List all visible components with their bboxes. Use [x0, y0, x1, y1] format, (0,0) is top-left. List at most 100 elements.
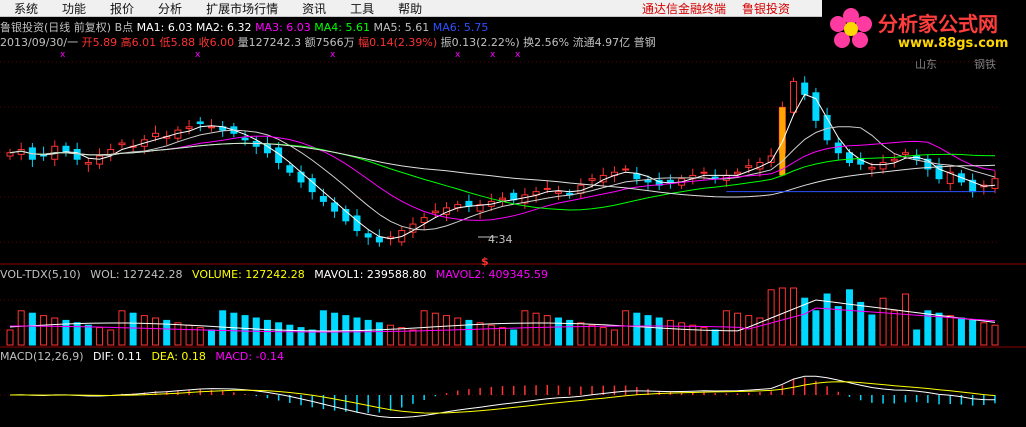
volume-bar — [96, 327, 104, 346]
volume-bar — [879, 297, 887, 346]
volume-bar — [935, 312, 943, 346]
candle-body — [499, 197, 506, 201]
volume-bar — [566, 319, 574, 346]
candle-body — [431, 210, 439, 214]
volume-bar — [655, 317, 663, 346]
candle-body — [734, 171, 742, 175]
volume-bar — [868, 314, 876, 346]
macd-indicator-name: MACD(12,26,9) — [0, 350, 84, 363]
volume-bar — [666, 319, 674, 346]
candle-body — [790, 80, 798, 113]
candle-body — [319, 196, 327, 202]
volume-panel-header: VOL-TDX(5,10) WOL: 127242.28 VOLUME: 127… — [0, 268, 554, 281]
vol-wol: WOL: 127242.28 — [90, 268, 183, 281]
volume-bar — [84, 324, 92, 346]
volume-bar — [957, 317, 965, 346]
candle-body — [991, 178, 999, 189]
volume-bar — [722, 310, 730, 346]
candle-body — [890, 158, 898, 162]
signal-x-mark: x — [195, 50, 201, 60]
volume-bar — [40, 315, 48, 346]
volume-bar — [185, 324, 193, 346]
volume-bar — [241, 315, 249, 346]
volume-bar — [476, 322, 484, 346]
candle-body — [152, 132, 160, 138]
candle-body — [666, 179, 674, 183]
volume-bar — [644, 315, 652, 346]
volume-bar — [610, 329, 618, 346]
volume-bar — [599, 327, 607, 346]
volume-bar — [487, 324, 495, 346]
volume-bar — [454, 317, 462, 346]
candle-body — [801, 82, 809, 95]
volume-bar — [331, 312, 339, 346]
ma-line-mid — [9, 126, 996, 231]
candle-body — [588, 178, 596, 181]
volume-bar — [275, 322, 283, 346]
signal-x-mark: x — [330, 50, 336, 60]
candle-body — [745, 165, 753, 168]
candle-body — [6, 152, 14, 157]
volume-bar — [689, 324, 697, 346]
volume-bar — [980, 322, 988, 346]
candle-body — [286, 165, 294, 173]
candle-body — [812, 92, 820, 121]
candle-body — [510, 192, 518, 201]
low-price-label: 4.34 — [488, 233, 513, 246]
candle-body — [241, 137, 249, 141]
signal-x-mark: x — [515, 50, 521, 60]
volume-bar — [129, 312, 137, 346]
candle-body — [644, 179, 652, 183]
candle-body — [901, 152, 909, 155]
signal-x-mark: x — [455, 50, 461, 60]
candle-body — [554, 191, 562, 194]
candle-body — [622, 168, 630, 171]
candle-body — [420, 217, 428, 223]
macd-dif: DIF: 0.11 — [93, 350, 142, 363]
vol-mavol1: MAVOL1: 239588.80 — [314, 268, 427, 281]
candle-body — [331, 202, 339, 212]
volume-bar — [633, 312, 641, 346]
volume-bar — [991, 324, 999, 346]
tag-steel: 钢铁 — [974, 58, 996, 71]
volume-bar — [554, 317, 562, 346]
candle-body — [353, 215, 361, 232]
candle-body — [364, 233, 372, 238]
volume-bar — [532, 312, 540, 346]
volume-bar — [510, 329, 518, 346]
vol-indicator-name: VOL-TDX(5,10) — [0, 268, 81, 281]
volume-bar — [588, 324, 596, 346]
vol-volume: VOLUME: 127242.28 — [192, 268, 305, 281]
volume-bar — [174, 322, 182, 346]
volume-bar — [17, 310, 25, 346]
candle-body — [96, 155, 104, 165]
candle-body — [207, 126, 215, 129]
volume-bar — [431, 312, 439, 346]
macd-panel-header: MACD(12,26,9) DIF: 0.11 DEA: 0.18 MACD: … — [0, 350, 290, 363]
vol-mavol2: MAVOL2: 409345.59 — [435, 268, 549, 281]
volume-bar — [812, 310, 820, 346]
macd-value: MACD: -0.14 — [215, 350, 285, 363]
volume-bar — [778, 287, 786, 346]
volume-bar — [152, 317, 160, 346]
volume-bar — [375, 322, 383, 346]
ma-line-long — [9, 142, 996, 198]
volume-bar — [465, 319, 473, 346]
volume-bar — [499, 327, 506, 346]
volume-bar — [543, 315, 551, 346]
signal-dollar-mark: $ — [481, 255, 489, 268]
volume-bar — [734, 312, 742, 346]
candle-body — [700, 171, 708, 174]
volume-bar — [387, 324, 395, 346]
volume-bar — [946, 315, 954, 346]
volume-bar — [745, 315, 753, 346]
signal-x-mark: x — [490, 50, 496, 60]
candle-body — [196, 121, 204, 125]
candle-body — [118, 142, 126, 146]
volume-bar — [398, 327, 406, 346]
candle-body — [868, 166, 876, 170]
volume-bar — [286, 324, 294, 346]
volume-bar — [263, 319, 271, 346]
volume-bar — [622, 310, 630, 346]
candle-body — [577, 184, 585, 194]
